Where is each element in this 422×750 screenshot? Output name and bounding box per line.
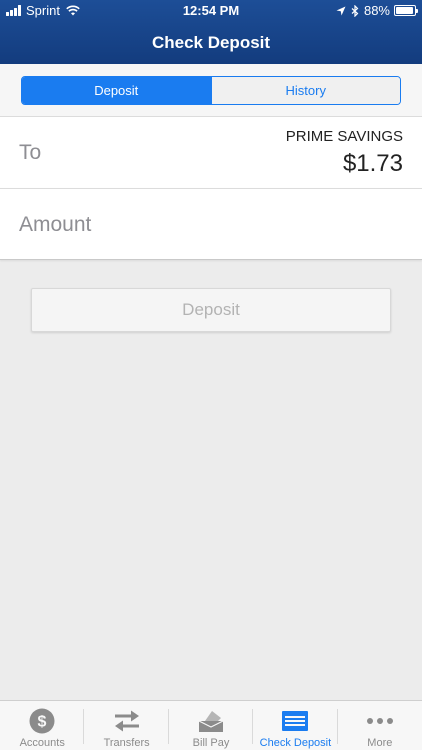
segment-bar: Deposit History bbox=[0, 64, 422, 116]
tab-bill-pay[interactable]: Bill Pay bbox=[169, 701, 254, 750]
page-title: Check Deposit bbox=[151, 33, 271, 52]
tab-label-accounts: Accounts bbox=[19, 737, 65, 749]
tab-label-more: More bbox=[367, 737, 393, 749]
check-deposit-icon bbox=[282, 711, 309, 731]
tab-check-deposit[interactable]: Check Deposit bbox=[253, 701, 338, 750]
tab-transfers[interactable]: Transfers bbox=[84, 701, 169, 750]
more-dots-icon bbox=[366, 718, 393, 724]
svg-text:$: $ bbox=[38, 714, 47, 731]
bill-pay-icon bbox=[198, 711, 224, 732]
tab-label-check-deposit: Check Deposit bbox=[259, 737, 332, 749]
tab-deposit[interactable]: Deposit bbox=[22, 77, 211, 104]
to-account-row[interactable]: To PRIME SAVINGS $1.73 bbox=[0, 116, 422, 188]
check-deposit-screen: Sprint 12:54 PM 88% Check Deposit Deposi… bbox=[0, 0, 422, 750]
tab-label-bill-pay: Bill Pay bbox=[192, 737, 230, 749]
account-balance: $1.73 bbox=[342, 150, 403, 177]
tab-more[interactable]: More bbox=[338, 701, 422, 750]
tab-history[interactable]: History bbox=[210, 77, 400, 104]
amount-input[interactable] bbox=[19, 209, 399, 241]
location-arrow-icon bbox=[336, 6, 346, 15]
segmented-control: Deposit History bbox=[21, 76, 401, 105]
to-label: To bbox=[19, 141, 42, 164]
tab-accounts[interactable]: $ Accounts bbox=[0, 701, 85, 750]
account-name: PRIME SAVINGS bbox=[285, 128, 403, 145]
battery-percent: 88% bbox=[363, 3, 390, 18]
tab-label-transfers: Transfers bbox=[103, 737, 150, 749]
amount-row bbox=[0, 188, 422, 260]
transfer-arrows-icon bbox=[114, 710, 139, 732]
dollar-coin-icon: $ bbox=[29, 708, 55, 734]
tab-bar: $ Accounts Transfers Bill Pay Check Depo… bbox=[0, 700, 422, 750]
status-bar: Sprint 12:54 PM 88% bbox=[0, 0, 422, 22]
battery-icon bbox=[394, 5, 418, 16]
bluetooth-icon bbox=[351, 4, 359, 17]
header: Sprint 12:54 PM 88% Check Deposit bbox=[0, 0, 422, 64]
deposit-button[interactable]: Deposit bbox=[31, 288, 391, 332]
